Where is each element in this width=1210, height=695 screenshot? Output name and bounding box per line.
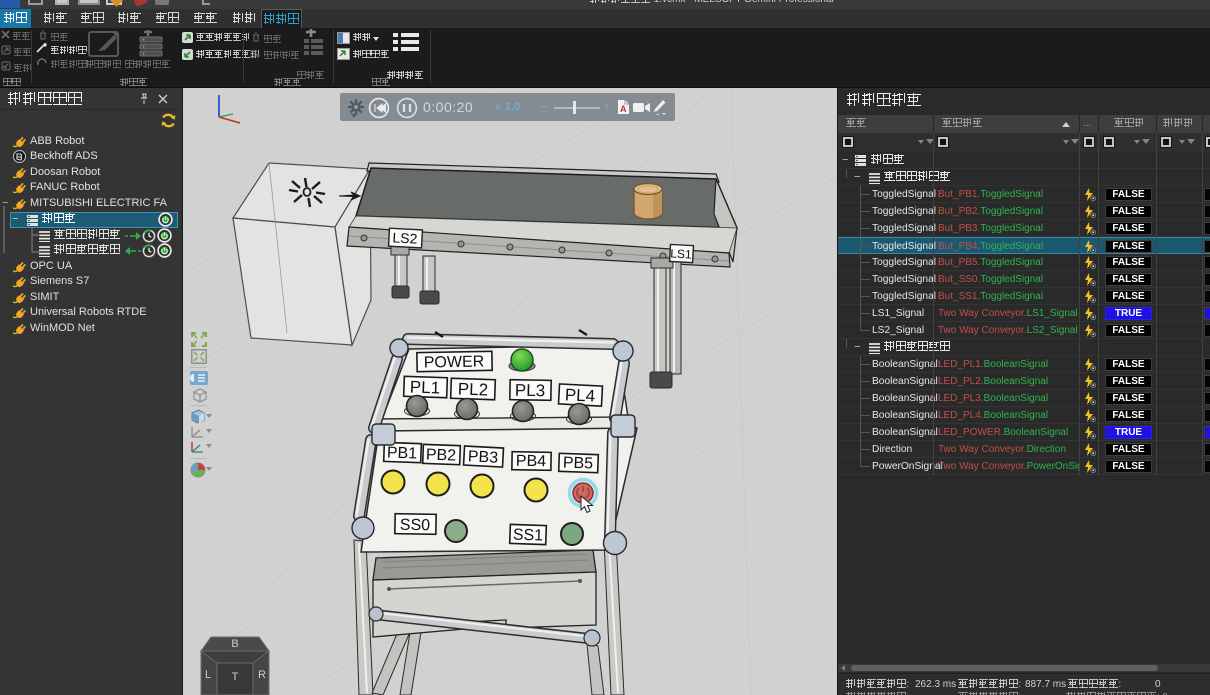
svg-text:PL1: PL1 xyxy=(410,377,441,397)
svg-text:SS1: SS1 xyxy=(513,526,544,544)
svg-text:PL2: PL2 xyxy=(458,379,489,399)
svg-text:A: A xyxy=(620,104,627,114)
svg-text:PL3: PL3 xyxy=(515,381,546,401)
svg-text:PB5: PB5 xyxy=(563,454,594,472)
svg-text:LS2: LS2 xyxy=(392,229,418,246)
svg-text:POWER: POWER xyxy=(424,353,485,371)
svg-text:B: B xyxy=(231,638,238,650)
svg-text:T: T xyxy=(232,671,239,683)
svg-text:PB4: PB4 xyxy=(516,453,547,471)
svg-text:PL4: PL4 xyxy=(564,385,595,406)
svg-text:SS0: SS0 xyxy=(400,517,431,535)
svg-text:R: R xyxy=(258,669,266,681)
svg-text:PB3: PB3 xyxy=(467,448,498,467)
svg-text:L: L xyxy=(205,669,211,681)
svg-text:PB2: PB2 xyxy=(426,446,457,464)
svg-text:LS1: LS1 xyxy=(670,246,692,261)
svg-text:PB1: PB1 xyxy=(387,444,418,462)
